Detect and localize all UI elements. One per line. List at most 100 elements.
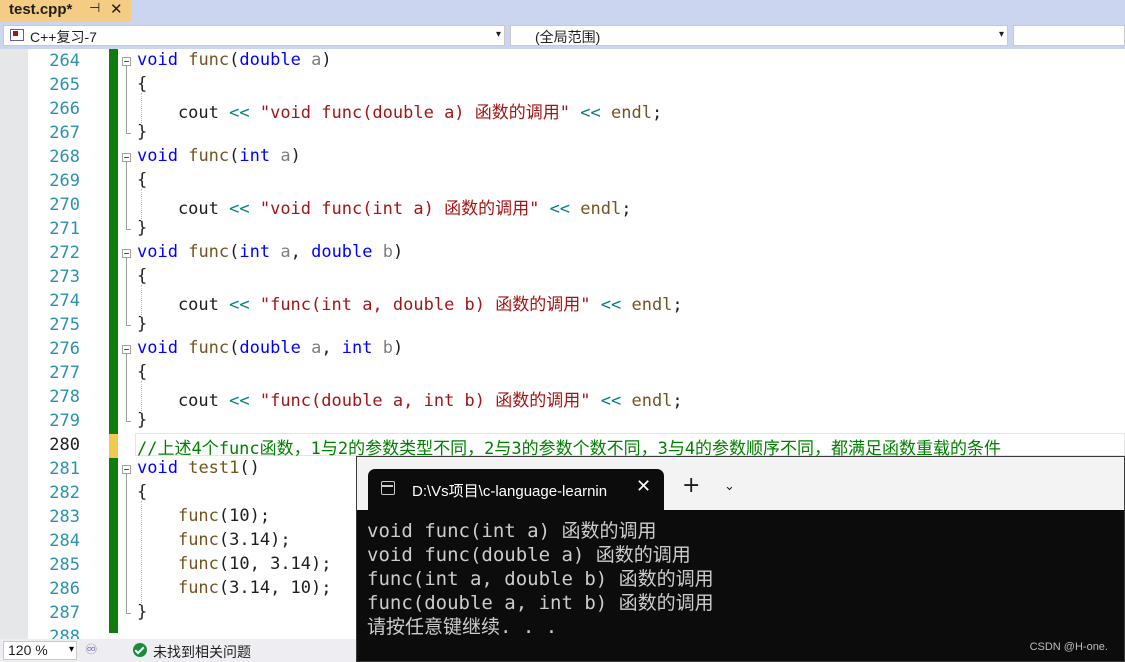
collapse-icon[interactable] — [122, 153, 131, 162]
code-token: } — [137, 218, 148, 238]
project-icon — [10, 29, 24, 41]
code-token: ) — [393, 338, 404, 358]
terminal-line: void func(double a) 函数的调用 — [367, 544, 691, 566]
code-line[interactable]: 268 void func(int a) — [0, 145, 1125, 169]
collapse-icon[interactable] — [122, 57, 131, 66]
code-line[interactable]: 273 { — [0, 265, 1125, 289]
code-token: test1 — [188, 458, 240, 478]
code-line[interactable]: 270 cout << "void func(int a) 函数的调用" << … — [0, 193, 1125, 219]
chevron-down-icon: ▾ — [68, 644, 74, 655]
close-icon[interactable]: ✕ — [110, 0, 123, 18]
code-line[interactable]: 277 { — [0, 361, 1125, 385]
line-number: 287 — [49, 603, 80, 623]
line-number: 285 — [49, 555, 80, 575]
indent-guide — [141, 93, 142, 125]
tab-test-cpp[interactable]: test.cpp* ⊣ ✕ — [0, 0, 131, 22]
code-text: cout << "func(double a, int b) 函数的调用" <<… — [137, 386, 683, 411]
code-token: double — [311, 242, 373, 262]
code-token: << — [549, 199, 571, 219]
code-line[interactable]: 269 { — [0, 169, 1125, 193]
outline-guide-end — [126, 325, 131, 326]
code-token: } — [137, 410, 148, 430]
line-number: 270 — [49, 195, 80, 215]
code-token: << — [600, 295, 622, 315]
code-token: void — [137, 338, 178, 358]
code-line[interactable]: 278 cout << "func(double a, int b) 函数的调用… — [0, 385, 1125, 411]
outline-guide — [126, 354, 127, 421]
code-token: func — [188, 50, 230, 70]
code-line[interactable]: 274 cout << "func(int a, double b) 函数的调用… — [0, 289, 1125, 315]
tab-title: test.cpp* — [9, 1, 73, 18]
pin-icon[interactable]: ⊣ — [89, 1, 100, 16]
outline-guide — [126, 474, 127, 613]
chevron-down-icon[interactable]: ⌄ — [724, 479, 735, 494]
code-line[interactable]: 276 void func(double a, int b) — [0, 337, 1125, 361]
terminal-line: void func(int a) 函数的调用 — [367, 520, 657, 542]
code-text: void func(int a, double b) — [137, 242, 403, 262]
line-number: 275 — [49, 315, 80, 335]
code-token: { — [137, 170, 148, 190]
outline-guide-end — [126, 229, 131, 230]
code-line[interactable]: 264 void func(double a) — [0, 49, 1125, 73]
new-tab-button[interactable]: + — [682, 475, 700, 497]
outline-guide-end — [126, 133, 131, 134]
indent-guide — [141, 501, 142, 605]
scope-name: (全局范围) — [535, 29, 601, 45]
code-token: { — [137, 362, 148, 382]
collapse-icon[interactable] — [122, 249, 131, 258]
code-text: } — [137, 410, 147, 430]
code-line[interactable]: 279} — [0, 409, 1125, 433]
terminal-line: func(int a, double b) 函数的调用 — [367, 568, 714, 590]
code-text: void func(double a, int b) — [137, 338, 403, 358]
code-text: func(10); — [137, 506, 270, 526]
close-icon[interactable]: ✕ — [636, 476, 651, 497]
code-token: ) — [321, 50, 332, 70]
code-text: { — [137, 362, 147, 382]
collapse-icon[interactable] — [122, 345, 131, 354]
chevron-down-icon: ▾ — [998, 29, 1004, 40]
code-line[interactable]: 265 { — [0, 73, 1125, 97]
intellicode-icon[interactable]: ♾ — [85, 642, 98, 658]
scope-dropdown[interactable]: (全局范围) ▾ — [510, 25, 1008, 46]
console-window[interactable]: D:\Vs项目\c-language-learnin ✕ + ⌄ void fu… — [356, 456, 1125, 662]
issues-status[interactable]: 未找到相关问题 — [153, 642, 251, 662]
code-token: func — [177, 554, 219, 574]
code-token: double — [239, 50, 301, 70]
indent-guide — [141, 381, 142, 413]
terminal-line: 请按任意键继续. . . — [367, 616, 558, 638]
code-token: ) — [290, 146, 301, 166]
code-token: cout — [137, 391, 230, 411]
code-line[interactable]: 275} — [0, 313, 1125, 337]
code-token: b — [372, 242, 393, 262]
code-line[interactable]: 280//上述4个func函数，1与2的参数类型不同，2与3的参数个数不同，3与… — [0, 433, 1125, 459]
code-line[interactable]: 272 void func(int a, double b) — [0, 241, 1125, 265]
code-token: << — [600, 391, 622, 411]
project-dropdown[interactable]: C++复习-7 ▾ — [3, 25, 505, 46]
code-token: func — [177, 578, 219, 598]
code-line[interactable]: 271} — [0, 217, 1125, 241]
member-dropdown[interactable] — [1013, 25, 1125, 46]
code-text: func(3.14, 10); — [137, 578, 332, 598]
line-number: 288 — [49, 627, 80, 639]
check-circle-icon — [133, 643, 147, 657]
code-line[interactable]: 266 cout << "void func(double a) 函数的调用" … — [0, 97, 1125, 123]
outline-guide — [126, 258, 127, 325]
terminal-tab[interactable]: D:\Vs项目\c-language-learnin ✕ — [368, 469, 664, 510]
zoom-dropdown[interactable]: 120 % ▾ — [3, 641, 77, 660]
line-number: 284 — [49, 531, 80, 551]
code-token: { — [137, 266, 148, 286]
code-token: void — [137, 458, 178, 478]
code-line[interactable]: 267} — [0, 121, 1125, 145]
outline-guide — [126, 162, 127, 229]
code-text: { — [137, 482, 147, 502]
terminal-tab-bar: D:\Vs项目\c-language-learnin ✕ + ⌄ — [357, 457, 1124, 510]
collapse-icon[interactable] — [122, 465, 131, 474]
code-token: endl — [631, 391, 673, 411]
line-number: 276 — [49, 339, 80, 359]
